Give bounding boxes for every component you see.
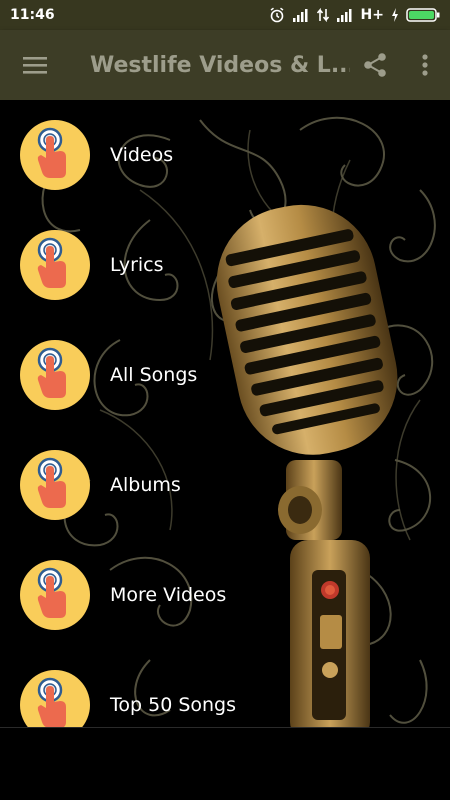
signal-icon (336, 8, 354, 22)
list-item-label: Albums (110, 474, 181, 496)
list-item-videos[interactable]: Videos (0, 100, 450, 210)
share-button[interactable] (350, 30, 400, 100)
list-item-label: Lyrics (110, 254, 164, 276)
share-icon (364, 53, 386, 77)
status-time: 11:46 (10, 7, 55, 23)
list-item-all-songs[interactable]: All Songs (0, 320, 450, 430)
list-item-label: Top 50 Songs (110, 694, 237, 716)
list-item-albums[interactable]: Albums (0, 430, 450, 540)
list-item-label: More Videos (110, 584, 227, 606)
more-vert-icon (422, 54, 428, 76)
tap-finger-icon (20, 340, 90, 410)
app-bar: Westlife Videos & L... (0, 30, 450, 100)
tap-finger-icon (20, 230, 90, 300)
signal-icon (292, 8, 310, 22)
app-screen: 11:46 H+ Westlife Videos & L... Videos L… (0, 0, 450, 800)
tap-finger-icon (20, 120, 90, 190)
list-item-lyrics[interactable]: Lyrics (0, 210, 450, 320)
more-options-button[interactable] (400, 30, 450, 100)
network-type-label: H+ (360, 7, 384, 23)
bottom-banner-area (0, 727, 450, 800)
menu-icon (23, 57, 47, 74)
app-title: Westlife Videos & L... (90, 52, 350, 78)
list-item-more-videos[interactable]: More Videos (0, 540, 450, 650)
battery-icon (406, 7, 440, 23)
alarm-icon (269, 7, 285, 23)
list-item-label: All Songs (110, 364, 198, 386)
charging-icon (391, 8, 399, 22)
tap-finger-icon (20, 450, 90, 520)
list-item-label: Videos (110, 144, 174, 166)
status-icons: H+ (269, 7, 440, 23)
tap-finger-icon (20, 560, 90, 630)
menu-button[interactable] (0, 30, 70, 100)
data-arrows-icon (316, 8, 329, 22)
status-bar: 11:46 H+ (0, 0, 450, 30)
